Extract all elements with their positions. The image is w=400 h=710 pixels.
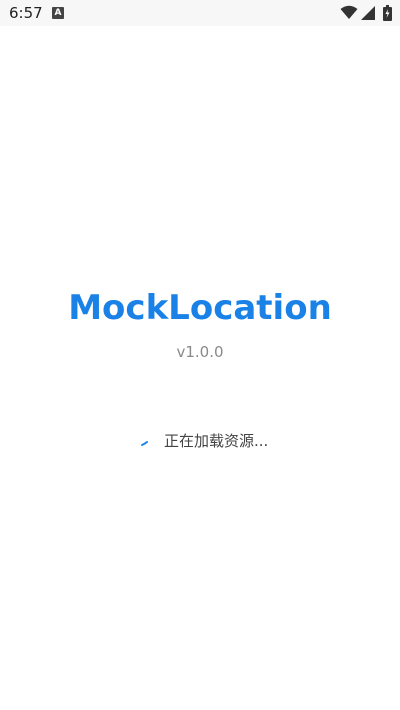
- signal-icon: [361, 6, 375, 20]
- wifi-icon: [340, 5, 358, 19]
- notification-icon: A: [52, 7, 64, 19]
- app-version: v1.0.0: [176, 343, 224, 361]
- battery-icon: [383, 5, 392, 21]
- loading-row: 正在加载资源...: [0, 429, 400, 453]
- loading-spinner-icon: [141, 441, 148, 446]
- notification-letter: A: [54, 8, 62, 18]
- loading-text: 正在加载资源...: [164, 432, 269, 450]
- status-bar: 6:57 A: [0, 0, 400, 26]
- status-time: 6:57: [9, 4, 43, 22]
- app-title: MockLocation: [68, 288, 332, 328]
